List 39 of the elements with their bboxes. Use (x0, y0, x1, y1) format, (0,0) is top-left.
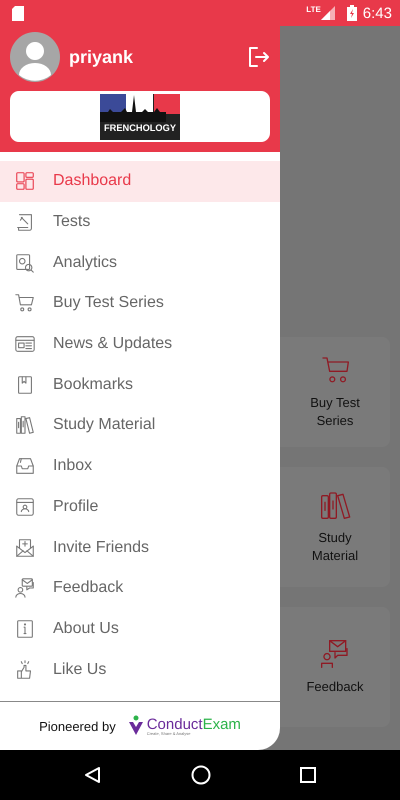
menu-icon (14, 414, 36, 436)
menu-item[interactable]: Dashboard (0, 161, 280, 202)
brand-name: ConductExam (146, 716, 241, 732)
menu-item[interactable]: About Us (0, 608, 280, 650)
user-name: priyank (69, 46, 134, 68)
network-type: LTE (306, 5, 321, 14)
menu-item[interactable]: Bookmarks (0, 364, 280, 406)
menu-icon (14, 292, 36, 314)
menu-icon (14, 536, 36, 559)
menu-item[interactable]: Inbox (0, 446, 280, 486)
menu-item[interactable]: Profile (0, 486, 280, 528)
battery-charging-icon (346, 5, 357, 21)
dashboard-card[interactable]: Study Material (280, 467, 390, 587)
menu-item[interactable]: Study Material (0, 405, 280, 446)
recents-icon[interactable] (300, 767, 316, 783)
menu-icon (14, 170, 36, 192)
menu-item[interactable]: Feedback (0, 568, 280, 609)
home-icon[interactable] (190, 765, 211, 785)
sd-card-icon (12, 6, 24, 20)
dashboard-card[interactable]: Feedback (280, 607, 390, 727)
pioneered-by-label: Pioneered by (39, 718, 116, 734)
menu-item[interactable]: Invite Friends (0, 527, 280, 568)
menu-icon (14, 252, 36, 274)
menu-item[interactable]: Analytics (0, 242, 280, 284)
menu-icon (14, 618, 36, 640)
signal-icon (320, 6, 335, 20)
conductexam-logo-icon (128, 715, 144, 737)
dashboard-card[interactable]: Buy Test Series (280, 337, 390, 447)
logout-icon[interactable] (248, 47, 270, 67)
menu-item[interactable]: News & Updates (0, 324, 280, 364)
menu-item[interactable]: Tests (0, 202, 280, 242)
avatar-icon (10, 32, 60, 82)
menu-item[interactable]: Buy Test Series (0, 283, 280, 324)
menu-item[interactable]: Like Us (0, 649, 280, 690)
menu-icon (14, 577, 36, 600)
back-icon[interactable] (84, 766, 102, 784)
clock-time: 6:43 (362, 4, 392, 22)
logo: FRENCHOLOGY (100, 94, 180, 140)
menu-icon (14, 496, 36, 518)
